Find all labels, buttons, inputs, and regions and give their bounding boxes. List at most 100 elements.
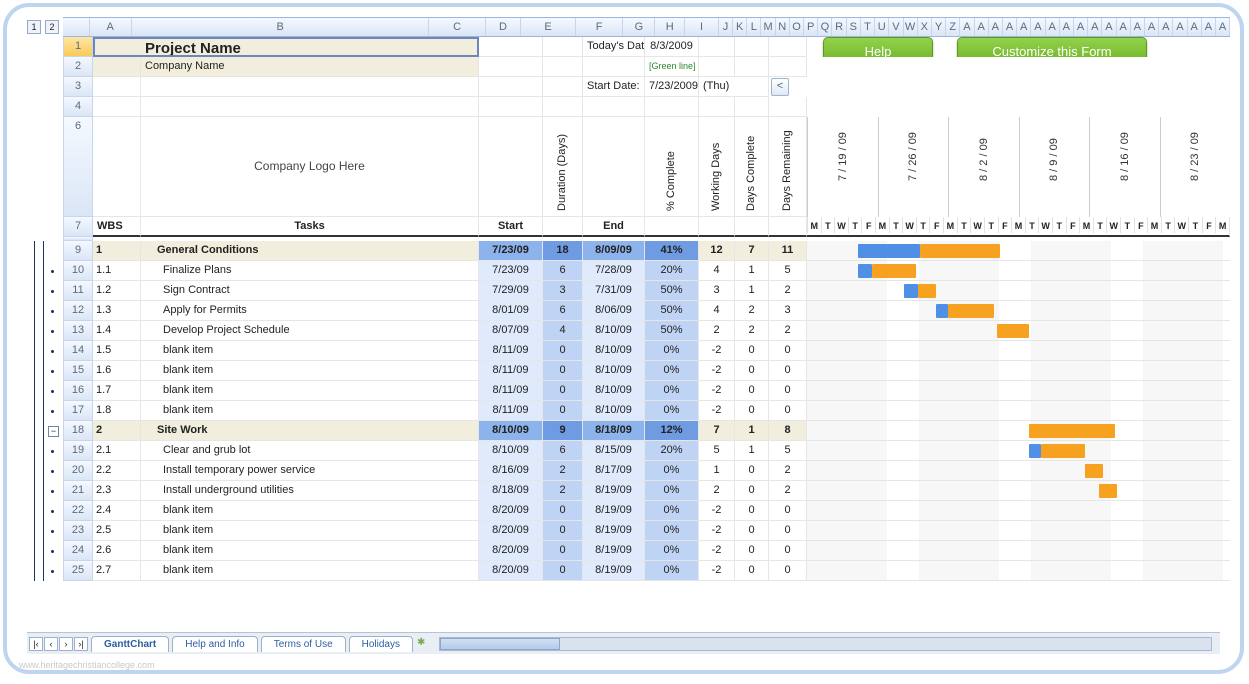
cell-wbs[interactable]: 1.5	[93, 341, 141, 361]
help-button[interactable]: Help	[823, 37, 933, 57]
cell-days-complete[interactable]: 0	[735, 381, 769, 401]
cell-duration[interactable]: 0	[543, 501, 583, 521]
table-row[interactable]: 1.4Develop Project Schedule8/07/0948/10/…	[93, 321, 1230, 341]
cell-wbs[interactable]: 2.4	[93, 501, 141, 521]
cell-task[interactable]: General Conditions	[141, 241, 479, 261]
cell-start[interactable]: 8/07/09	[479, 321, 543, 341]
table-row[interactable]: 2.1Clear and grub lot8/10/0968/15/0920%5…	[93, 441, 1230, 461]
col-header-B[interactable]: B	[132, 18, 430, 36]
cell-task[interactable]: blank item	[141, 361, 479, 381]
cell-end[interactable]: 7/31/09	[583, 281, 645, 301]
row-header-11[interactable]: 11	[63, 281, 93, 301]
cell-days-remaining[interactable]: 0	[769, 381, 807, 401]
row-header-19[interactable]: 19	[63, 441, 93, 461]
cell-pct[interactable]: 12%	[645, 421, 699, 441]
cell-duration[interactable]: 0	[543, 361, 583, 381]
cell-pct[interactable]: 0%	[645, 381, 699, 401]
row-header-7[interactable]: 7	[63, 217, 93, 237]
cell-duration[interactable]: 0	[543, 401, 583, 421]
cell-days-complete[interactable]: 0	[735, 481, 769, 501]
col-header-narrow[interactable]: P	[804, 18, 818, 36]
cell-days-complete[interactable]: 1	[735, 261, 769, 281]
row-header-16[interactable]: 16	[63, 381, 93, 401]
cell-duration[interactable]: 18	[543, 241, 583, 261]
tab-nav-next[interactable]: ›	[59, 637, 73, 651]
row-header-25[interactable]: 25	[63, 561, 93, 581]
cell-start[interactable]: 8/20/09	[479, 521, 543, 541]
cell-days-complete[interactable]: 1	[735, 421, 769, 441]
cell-days-remaining[interactable]: 0	[769, 341, 807, 361]
cell-end[interactable]: 8/10/09	[583, 341, 645, 361]
sheet-tab[interactable]: Help and Info	[172, 636, 258, 652]
cell-days-complete[interactable]: 0	[735, 521, 769, 541]
cell-days-complete[interactable]: 1	[735, 281, 769, 301]
cell-wbs[interactable]: 1.7	[93, 381, 141, 401]
col-header-narrow[interactable]: X	[918, 18, 932, 36]
cell-duration[interactable]: 6	[543, 441, 583, 461]
outline-collapse-icon[interactable]: −	[48, 426, 59, 437]
cell-task[interactable]: Finalize Plans	[141, 261, 479, 281]
col-header-narrow[interactable]: Q	[818, 18, 832, 36]
cell-duration[interactable]: 6	[543, 261, 583, 281]
col-header-narrow[interactable]: A	[1159, 18, 1173, 36]
cell-end[interactable]: 8/17/09	[583, 461, 645, 481]
table-row[interactable]: 2.3Install underground utilities8/18/092…	[93, 481, 1230, 501]
insert-worksheet-icon[interactable]: ✱	[417, 637, 431, 651]
cell-A1[interactable]	[93, 37, 141, 57]
cell-days-complete[interactable]: 0	[735, 561, 769, 581]
row-header-6[interactable]: 6	[63, 117, 93, 217]
cell-days-remaining[interactable]: 0	[769, 501, 807, 521]
cell-days-complete[interactable]: 0	[735, 501, 769, 521]
cell-working-days[interactable]: -2	[699, 401, 735, 421]
cell-working-days[interactable]: 4	[699, 261, 735, 281]
cell-days-remaining[interactable]: 2	[769, 321, 807, 341]
cell-pct[interactable]: 0%	[645, 361, 699, 381]
cell-pct[interactable]: 0%	[645, 541, 699, 561]
cell-working-days[interactable]: 2	[699, 321, 735, 341]
cell-task[interactable]: Clear and grub lot	[141, 441, 479, 461]
cell-task[interactable]: Develop Project Schedule	[141, 321, 479, 341]
cell-duration[interactable]: 2	[543, 461, 583, 481]
cell-working-days[interactable]: -2	[699, 561, 735, 581]
row-header-14[interactable]: 14	[63, 341, 93, 361]
col-header-C[interactable]: C	[429, 18, 485, 36]
cell-days-remaining[interactable]: 0	[769, 561, 807, 581]
cell-duration[interactable]: 9	[543, 421, 583, 441]
cell-days-remaining[interactable]: 0	[769, 401, 807, 421]
row-header-17[interactable]: 17	[63, 401, 93, 421]
cell-task[interactable]: blank item	[141, 381, 479, 401]
cell-pct[interactable]: 0%	[645, 561, 699, 581]
cell-start[interactable]: 8/16/09	[479, 461, 543, 481]
cell-days-remaining[interactable]: 2	[769, 481, 807, 501]
row-header-24[interactable]: 24	[63, 541, 93, 561]
start-date-value[interactable]: 7/23/2009	[645, 77, 699, 97]
col-header-narrow[interactable]: R	[832, 18, 846, 36]
cell-wbs[interactable]: 2.3	[93, 481, 141, 501]
cell-task[interactable]: Sign Contract	[141, 281, 479, 301]
cell-working-days[interactable]: 12	[699, 241, 735, 261]
scrollbar-thumb[interactable]	[440, 638, 560, 650]
col-header-narrow[interactable]: A	[975, 18, 989, 36]
cell-start[interactable]: 8/18/09	[479, 481, 543, 501]
cell-wbs[interactable]: 1.3	[93, 301, 141, 321]
col-header-E[interactable]: E	[521, 18, 576, 36]
cell-duration[interactable]: 4	[543, 321, 583, 341]
cell-pct[interactable]: 0%	[645, 341, 699, 361]
cell-end[interactable]: 8/19/09	[583, 521, 645, 541]
table-row[interactable]: 1.7blank item8/11/0908/10/090%-200	[93, 381, 1230, 401]
col-header-narrow[interactable]: K	[733, 18, 747, 36]
cell-start[interactable]: 7/29/09	[479, 281, 543, 301]
col-header-narrow[interactable]: A	[1173, 18, 1187, 36]
cell-working-days[interactable]: -2	[699, 521, 735, 541]
horizontal-scrollbar[interactable]	[439, 637, 1212, 651]
col-header-narrow[interactable]: A	[1145, 18, 1159, 36]
cell-end[interactable]: 8/09/09	[583, 241, 645, 261]
cell-pct[interactable]: 41%	[645, 241, 699, 261]
cell-end[interactable]: 8/19/09	[583, 541, 645, 561]
table-row[interactable]: 2.6blank item8/20/0908/19/090%-200	[93, 541, 1230, 561]
cell-pct[interactable]: 20%	[645, 261, 699, 281]
cell-start[interactable]: 8/01/09	[479, 301, 543, 321]
cell-task[interactable]: blank item	[141, 561, 479, 581]
cell-end[interactable]: 8/10/09	[583, 361, 645, 381]
company-name-cell[interactable]: Company Name	[141, 57, 479, 77]
